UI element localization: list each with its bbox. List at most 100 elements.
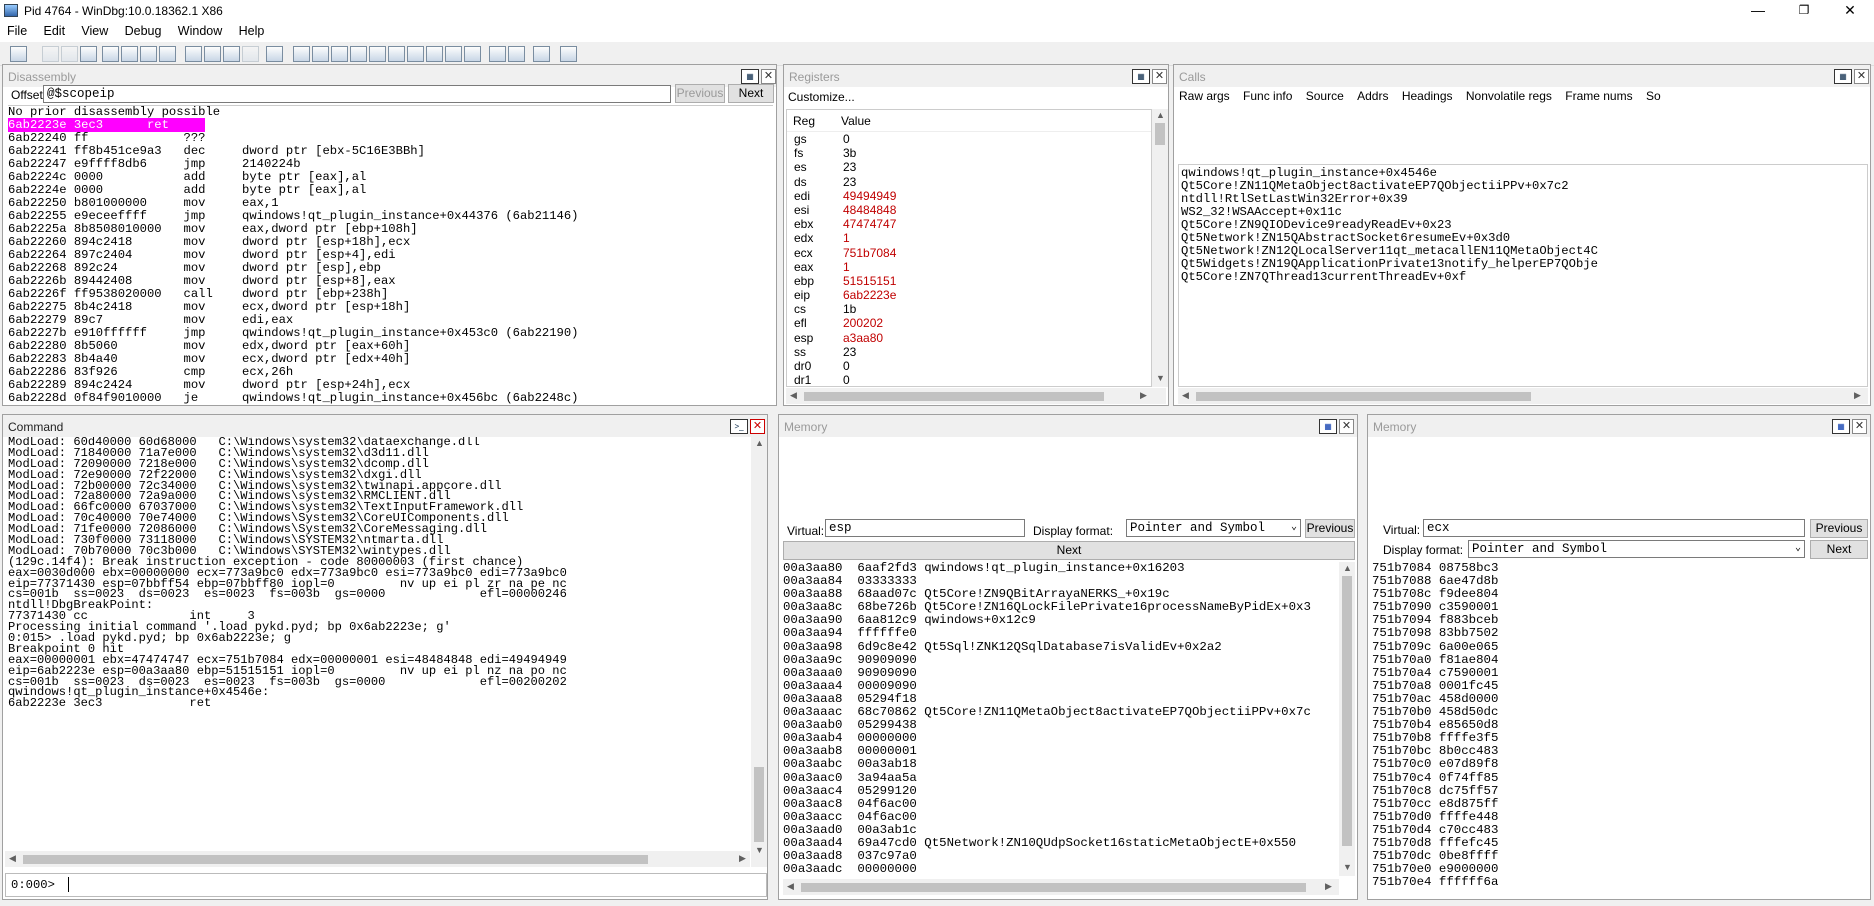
copy-icon[interactable] [61, 46, 78, 62]
next-button[interactable]: Next [1810, 540, 1868, 559]
close-icon[interactable]: ✕ [1852, 419, 1867, 434]
menu-file[interactable]: File [0, 22, 33, 38]
disassembly-window-icon[interactable] [407, 46, 424, 62]
memory-row[interactable]: 751b7098 83bb7502 [1372, 627, 1867, 640]
headings-toggle[interactable]: Headings [1402, 89, 1453, 103]
run-to-cursor-icon[interactable] [242, 46, 259, 62]
call-stack-window-icon[interactable] [388, 46, 405, 62]
registers-horizontal-scrollbar[interactable]: ◀ ▶ [786, 388, 1166, 404]
memory-window-icon[interactable] [369, 46, 386, 62]
register-value[interactable]: 200202 [843, 316, 883, 330]
register-value[interactable]: 23 [843, 175, 856, 189]
memory-row[interactable]: 00a3aad0 00a3ab1c [783, 823, 1338, 837]
locals-window-icon[interactable] [331, 46, 348, 62]
register-value[interactable]: 0 [843, 132, 850, 146]
frame-nums-toggle[interactable]: Frame nums [1565, 89, 1632, 103]
processes-threads-icon[interactable] [445, 46, 462, 62]
register-row-dr1[interactable]: dr1 0 [787, 373, 1151, 386]
memory-dump-esp[interactable]: 00a3aa80 6aaf2fd3 qwindows!qt_plugin_ins… [783, 562, 1338, 876]
dock-icon[interactable]: ▦ [1319, 419, 1337, 434]
memory-row[interactable]: 751b70a8 0001fc45 [1372, 679, 1867, 693]
nonvolatile-regs-toggle[interactable]: Nonvolatile regs [1466, 89, 1552, 103]
register-value[interactable]: a3aa80 [843, 331, 883, 345]
next-button[interactable]: Next [728, 84, 774, 103]
watch-window-icon[interactable] [312, 46, 329, 62]
font-icon[interactable] [533, 46, 550, 62]
close-window-button[interactable]: ✕ [1827, 0, 1873, 22]
register-row-ebp[interactable]: ebp 51515151 [787, 274, 1151, 288]
maximize-button[interactable]: ❐ [1781, 0, 1827, 22]
register-value[interactable]: 1 [843, 231, 850, 245]
options-icon[interactable] [560, 46, 577, 62]
dock-icon[interactable]: ▦ [1834, 69, 1852, 84]
register-value[interactable]: 48484848 [843, 203, 896, 217]
memory-row[interactable]: 751b70c8 dc75ff57 [1372, 784, 1867, 798]
memory-row[interactable]: 751b70cc e8d875ff [1372, 797, 1867, 811]
next-button[interactable]: Next [783, 541, 1355, 560]
memory-row[interactable]: 00a3aadc 00000000 [783, 863, 1338, 876]
memory-row[interactable]: 00a3aaa0 90909090 [783, 666, 1338, 680]
menu-help[interactable]: Help [232, 22, 271, 38]
cut-icon[interactable] [42, 46, 59, 62]
command-window-icon[interactable] [293, 46, 310, 62]
register-row-ecx[interactable]: ecx 751b7084 [787, 246, 1151, 260]
memory-vertical-scrollbar[interactable]: ▲ ▼ [1339, 562, 1355, 876]
menu-edit[interactable]: Edit [37, 22, 72, 38]
register-row-esi[interactable]: esi 48484848 [787, 203, 1151, 217]
call-stack-list[interactable]: qwindows!qt_plugin_instance+0x4546e Qt5Co… [1178, 164, 1868, 387]
dock-icon[interactable]: ▦ [1832, 419, 1850, 434]
source-mode-icon[interactable] [464, 46, 481, 62]
register-row-ds[interactable]: ds 23 [787, 175, 1151, 189]
command-horizontal-scrollbar[interactable]: ◀ ▶ [5, 851, 750, 867]
register-row-dr0[interactable]: dr0 0 [787, 359, 1151, 373]
menu-debug[interactable]: Debug [118, 22, 168, 38]
memory-row[interactable]: 751b70d4 c70cc483 [1372, 823, 1867, 837]
register-row-edi[interactable]: edi 49494949 [787, 189, 1151, 203]
step-into-icon[interactable] [185, 46, 202, 62]
command-vertical-scrollbar[interactable]: ▲ ▼ [751, 437, 767, 867]
register-row-ebx[interactable]: ebx 47474747 [787, 217, 1151, 231]
close-icon[interactable]: ✕ [1854, 69, 1869, 84]
scratch-pad-icon[interactable] [426, 46, 443, 62]
memory-row[interactable]: 751b709c 6a00e065 [1372, 640, 1867, 654]
close-icon[interactable]: ✕ [761, 69, 776, 84]
go-icon[interactable] [102, 46, 119, 62]
register-row-gs[interactable]: gs 0 [787, 132, 1151, 146]
addrs-toggle[interactable]: Addrs [1357, 89, 1388, 103]
disassembly-listing[interactable]: No prior disassembly possible 6ab2223e 3e… [8, 105, 773, 405]
memory-row[interactable]: 751b70a4 c7590001 [1372, 666, 1867, 680]
memory-row[interactable]: 00a3aabc 00a3ab18 [783, 758, 1338, 771]
virtual-address-input[interactable]: esp [825, 519, 1025, 537]
register-row-eip[interactable]: eip 6ab2223e [787, 288, 1151, 302]
register-row-cs[interactable]: cs 1b [787, 302, 1151, 316]
command-input[interactable] [66, 876, 766, 894]
memory-dump-ecx[interactable]: 751b7084 08758bc3 751b7088 6ae47d8b 751b70… [1372, 562, 1867, 896]
memory-row[interactable]: 00a3aa9c 90909090 [783, 653, 1338, 667]
register-value[interactable]: 1b [843, 302, 856, 316]
register-value[interactable]: 49494949 [843, 189, 896, 203]
register-value[interactable]: 51515151 [843, 274, 896, 288]
step-over-icon[interactable] [204, 46, 221, 62]
display-format-select[interactable]: Pointer and Symbol ⌄ [1126, 519, 1301, 537]
customize-button[interactable]: Customize... [788, 90, 855, 104]
register-value[interactable]: 0 [843, 373, 850, 386]
restart-icon[interactable] [121, 46, 138, 62]
memory-row[interactable]: 00a3aaa4 00009090 [783, 679, 1338, 693]
memory-row[interactable]: 00a3aa94 ffffffe0 [783, 627, 1338, 640]
paste-icon[interactable] [80, 46, 97, 62]
memory-row[interactable]: 00a3aac8 04f6ac00 [783, 797, 1338, 811]
stop-debugging-icon[interactable] [140, 46, 157, 62]
register-value[interactable]: 47474747 [843, 217, 896, 231]
previous-button[interactable]: Previous [1305, 519, 1355, 538]
previous-button[interactable]: Previous [675, 84, 725, 103]
register-value[interactable]: 1 [843, 260, 850, 274]
registers-vertical-scrollbar[interactable]: ▲ ▼ [1152, 109, 1168, 387]
register-row-fs[interactable]: fs 3b [787, 146, 1151, 160]
step-out-icon[interactable] [223, 46, 240, 62]
register-value[interactable]: 6ab2223e [843, 288, 896, 302]
register-row-efl[interactable]: efl 200202 [787, 316, 1151, 330]
memory-row[interactable]: 00a3aacc 04f6ac00 [783, 810, 1338, 824]
memory-row[interactable]: 751b70e4 ffffff6a [1372, 876, 1867, 889]
call-stack-frame[interactable]: Qt5Core!ZN7QThread13currentThreadEv+0xf [1181, 271, 1867, 284]
register-row-esp[interactable]: esp a3aa80 [787, 331, 1151, 345]
